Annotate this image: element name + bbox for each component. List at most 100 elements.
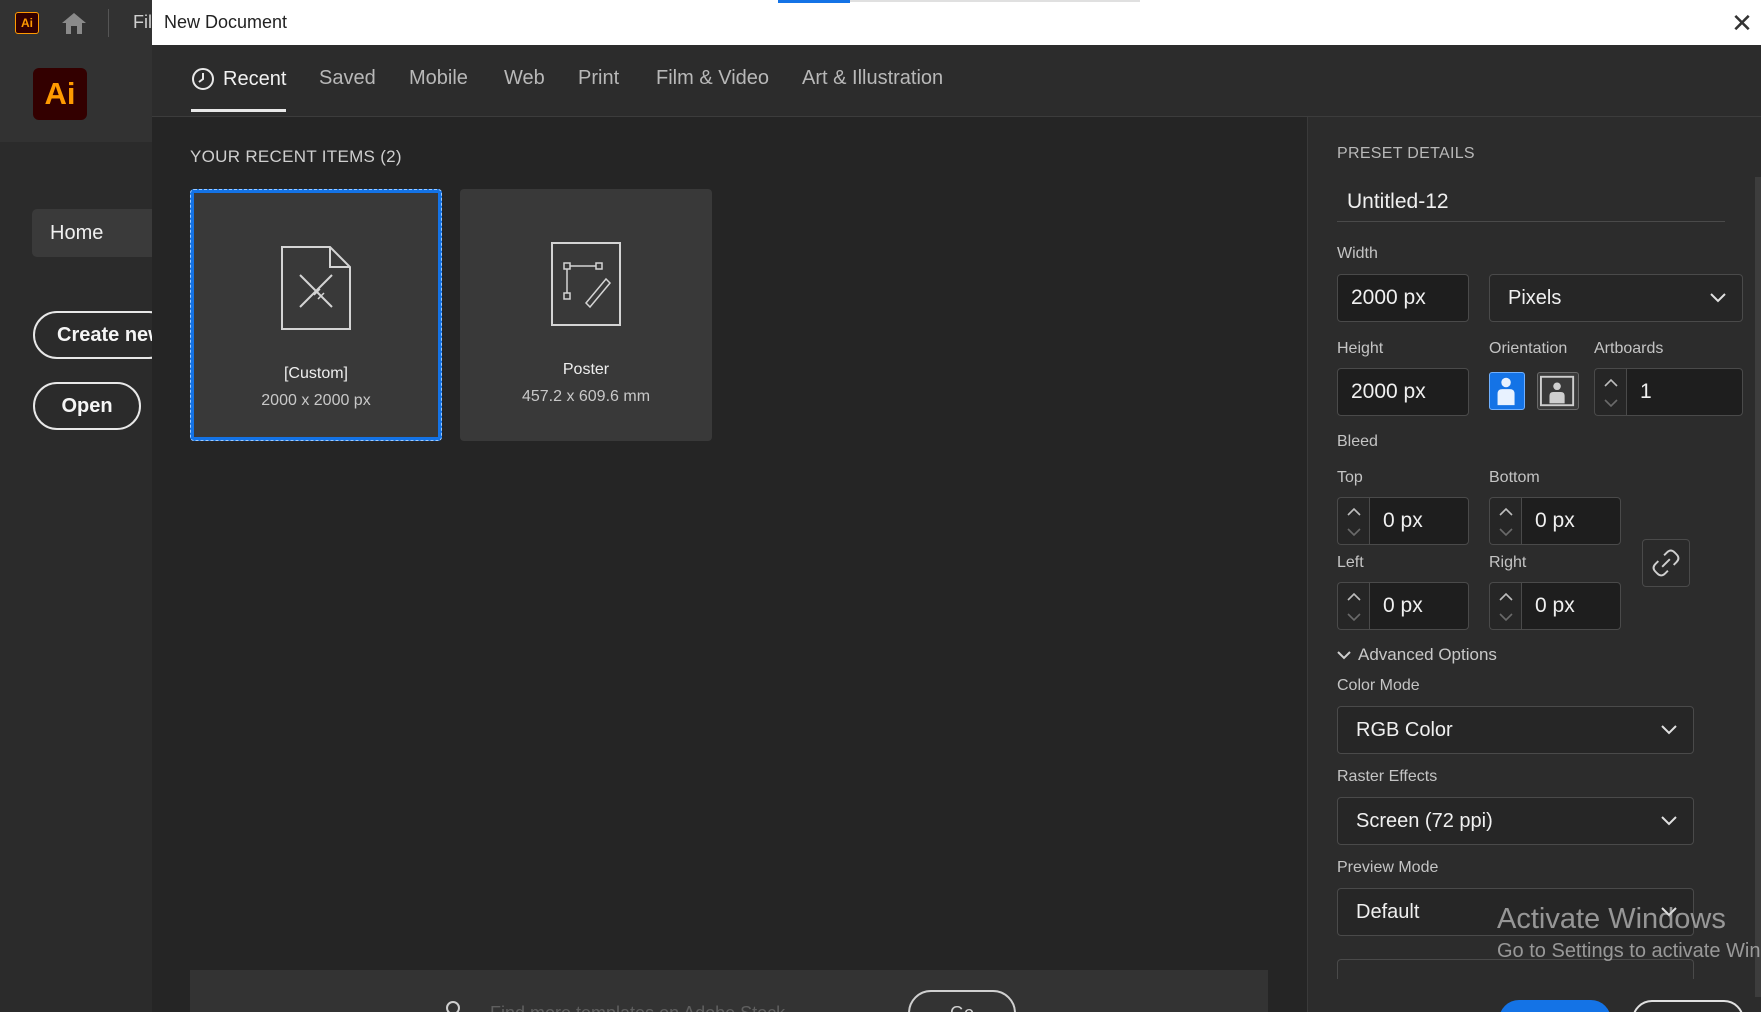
artboards-stepper[interactable]	[1594, 368, 1626, 416]
color-mode-label: Color Mode	[1337, 677, 1420, 694]
recent-item-size: 457.2 x 609.6 mm	[521, 388, 651, 405]
tab-recent[interactable]: Recent	[191, 67, 287, 112]
dialog-title: New Document	[164, 12, 288, 32]
custom-document-icon	[281, 246, 351, 330]
portrait-icon	[1497, 377, 1515, 406]
close-icon[interactable]: ✕	[1727, 8, 1757, 38]
preset-details-header: PRESET DETAILS	[1337, 145, 1475, 162]
title-accent-bar-secondary	[850, 0, 1140, 2]
recent-items-area: YOUR RECENT ITEMS (2) [Custom] 2000 x 20…	[152, 117, 1307, 1012]
chevron-up-icon[interactable]	[1604, 378, 1618, 388]
tab-print[interactable]: Print	[578, 67, 619, 108]
chevron-down-icon[interactable]	[1499, 527, 1513, 537]
menu-file[interactable]: Fil	[133, 12, 152, 33]
chevron-down-icon[interactable]	[1347, 527, 1361, 537]
preview-mode-value: Default	[1356, 900, 1420, 923]
raster-effects-value: Screen (72 ppi)	[1356, 809, 1493, 832]
width-label: Width	[1337, 245, 1378, 262]
chevron-up-icon[interactable]	[1347, 592, 1361, 602]
search-icon	[446, 1001, 460, 1012]
category-tabs: Recent Saved Mobile Web Print Film & Vid…	[152, 45, 1761, 117]
preview-mode-select[interactable]: Default	[1337, 888, 1694, 936]
recent-item-poster[interactable]: Poster 457.2 x 609.6 mm	[460, 189, 712, 441]
bleed-right-stepper[interactable]	[1489, 582, 1521, 630]
chevron-up-icon[interactable]	[1499, 592, 1513, 602]
illustrator-logo-small: Ai	[15, 12, 39, 34]
chevron-down-icon[interactable]	[1604, 398, 1618, 408]
panel-scrollbar[interactable]	[1755, 177, 1761, 997]
recent-item-size: 2000 x 2000 px	[261, 392, 371, 409]
chevron-down-icon	[1661, 816, 1677, 826]
chevron-down-icon[interactable]	[1347, 612, 1361, 622]
tab-art-illustration[interactable]: Art & Illustration	[802, 67, 943, 108]
close-button[interactable]	[1632, 1000, 1744, 1012]
artboards-input[interactable]	[1626, 368, 1743, 416]
clock-icon	[192, 68, 214, 90]
color-mode-value: RGB Color	[1356, 718, 1453, 741]
color-mode-select[interactable]: RGB Color	[1337, 706, 1694, 754]
chevron-down-icon	[1710, 293, 1726, 303]
go-button[interactable]: Go	[908, 990, 1016, 1012]
units-select[interactable]: Pixels	[1489, 274, 1743, 322]
orientation-label: Orientation	[1489, 340, 1568, 357]
raster-effects-label: Raster Effects	[1337, 768, 1438, 785]
home-sidebar	[0, 45, 152, 1012]
bleed-left-stepper[interactable]	[1337, 582, 1369, 630]
tab-mobile[interactable]: Mobile	[409, 67, 468, 108]
poster-document-icon	[551, 242, 621, 326]
advanced-options-toggle[interactable]: Advanced Options	[1337, 645, 1497, 665]
bleed-label: Bleed	[1337, 433, 1378, 450]
new-document-dialog: New Document ✕ Recent Saved Mobile Web P…	[152, 0, 1761, 1012]
portrait-orientation-button[interactable]	[1489, 372, 1525, 410]
dialog-title-bar: New Document ✕	[152, 0, 1761, 45]
height-input[interactable]	[1337, 368, 1469, 416]
recent-item-name: Poster	[562, 361, 610, 378]
chevron-down-icon	[1661, 725, 1677, 735]
sidebar-item-home[interactable]: Home	[32, 209, 162, 257]
bleed-left-input[interactable]	[1369, 582, 1469, 630]
landscape-icon	[1540, 375, 1575, 407]
bleed-bottom-stepper[interactable]	[1489, 497, 1521, 545]
create-button[interactable]	[1499, 1000, 1611, 1012]
link-icon	[1652, 549, 1680, 577]
bleed-left-label: Left	[1337, 554, 1364, 571]
preview-mode-label: Preview Mode	[1337, 859, 1439, 876]
chevron-down-icon	[1337, 651, 1351, 660]
advanced-options-label: Advanced Options	[1358, 645, 1497, 664]
toolbar-divider	[108, 9, 109, 37]
link-bleed-button[interactable]	[1642, 539, 1690, 587]
open-button[interactable]: Open	[33, 382, 141, 430]
landscape-orientation-button[interactable]	[1537, 372, 1579, 410]
bleed-top-input[interactable]	[1369, 497, 1469, 545]
chevron-up-icon[interactable]	[1499, 507, 1513, 517]
chevron-down-icon	[1661, 907, 1677, 917]
app-top-bar: Ai Fil	[0, 0, 152, 45]
bleed-right-label: Right	[1489, 554, 1527, 571]
stock-search-input[interactable]	[490, 998, 870, 1012]
chevron-down-icon[interactable]	[1499, 612, 1513, 622]
raster-effects-select[interactable]: Screen (72 ppi)	[1337, 797, 1694, 845]
illustrator-logo: Ai	[33, 68, 87, 120]
units-value: Pixels	[1508, 286, 1562, 309]
height-label: Height	[1337, 340, 1384, 357]
tab-film-video[interactable]: Film & Video	[656, 67, 769, 108]
home-icon[interactable]	[60, 10, 88, 36]
stock-search-bar: Go	[190, 970, 1268, 1012]
more-settings-field[interactable]	[1337, 959, 1694, 979]
bleed-top-stepper[interactable]	[1337, 497, 1369, 545]
recent-item-name: [Custom]	[283, 365, 348, 382]
chevron-up-icon[interactable]	[1347, 507, 1361, 517]
tab-web[interactable]: Web	[504, 67, 545, 108]
tab-label: Recent	[223, 67, 287, 90]
bleed-bottom-label: Bottom	[1489, 469, 1540, 486]
artboards-label: Artboards	[1594, 340, 1664, 357]
bleed-right-input[interactable]	[1521, 582, 1621, 630]
tab-saved[interactable]: Saved	[319, 67, 376, 108]
bleed-bottom-input[interactable]	[1521, 497, 1621, 545]
title-accent-bar	[778, 0, 850, 3]
width-input[interactable]	[1337, 274, 1469, 322]
preset-details-panel: PRESET DETAILS Width Pixels Height Orien…	[1307, 117, 1761, 1012]
document-name-input[interactable]	[1337, 182, 1725, 222]
recent-item-custom[interactable]: [Custom] 2000 x 2000 px	[190, 189, 442, 441]
recent-items-header: YOUR RECENT ITEMS (2)	[190, 147, 402, 166]
